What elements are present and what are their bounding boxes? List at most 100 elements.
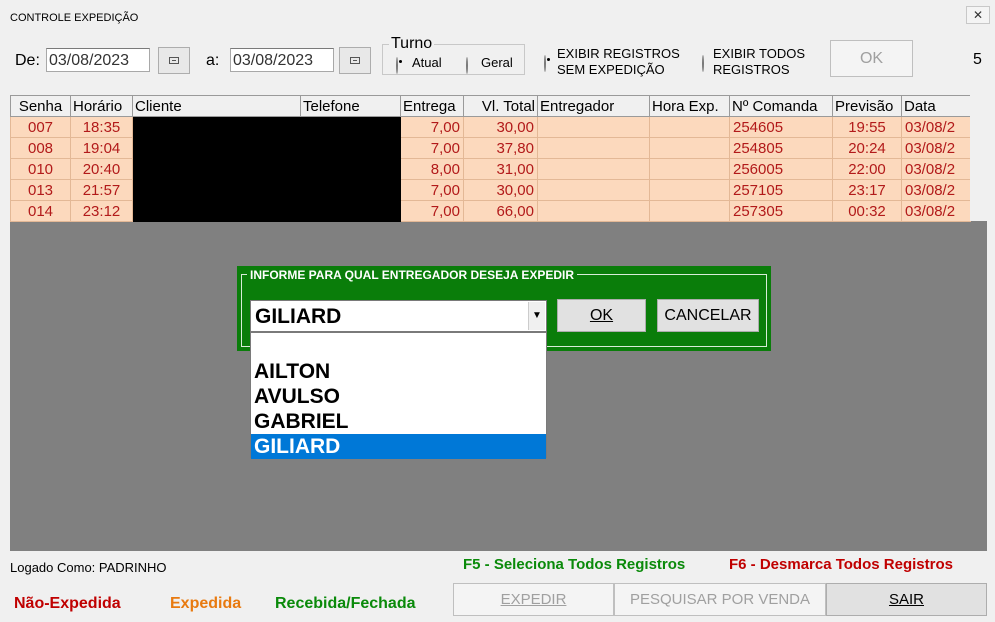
- table-cell[interactable]: 18:35: [70, 116, 133, 138]
- table-cell[interactable]: 008: [10, 137, 71, 159]
- table-cell[interactable]: 20:40: [70, 158, 133, 180]
- ok-filter-button[interactable]: OK: [830, 40, 913, 77]
- table-cell[interactable]: 19:55: [832, 116, 902, 138]
- table-cell[interactable]: 257305: [729, 200, 833, 222]
- to-date-field[interactable]: 03/08/2023: [230, 48, 334, 72]
- table-cell[interactable]: [537, 116, 650, 138]
- column-header[interactable]: Nº Comanda: [729, 95, 833, 117]
- table-cell[interactable]: 23:17: [832, 179, 902, 201]
- table-cell[interactable]: 7,00: [400, 137, 464, 159]
- table-cell[interactable]: [132, 116, 301, 138]
- dropdown-option[interactable]: [251, 333, 546, 358]
- table-cell[interactable]: 256005: [729, 158, 833, 180]
- table-cell[interactable]: [649, 200, 730, 222]
- show-without-dispatch-radio[interactable]: [544, 55, 546, 72]
- show-without-dispatch-line2[interactable]: SEM EXPEDIÇÃO: [557, 62, 665, 78]
- courier-dropdown-list[interactable]: AILTON AVULSO GABRIEL GILIARD: [250, 332, 547, 459]
- table-cell[interactable]: [132, 200, 301, 222]
- dialog-ok-button[interactable]: OK: [557, 299, 646, 332]
- to-calendar-button[interactable]: [339, 47, 371, 74]
- table-cell[interactable]: [300, 179, 401, 201]
- table-cell[interactable]: 66,00: [463, 200, 538, 222]
- show-all-radio[interactable]: [702, 55, 704, 72]
- table-cell[interactable]: 21:57: [70, 179, 133, 201]
- show-without-dispatch-line1[interactable]: EXIBIR REGISTROS: [557, 46, 680, 62]
- courier-select[interactable]: GILIARD ▼: [250, 300, 547, 332]
- turno-geral-radio[interactable]: [466, 57, 468, 74]
- column-header[interactable]: Entrega: [400, 95, 464, 117]
- table-cell[interactable]: 8,00: [400, 158, 464, 180]
- table-cell[interactable]: 03/08/2: [901, 158, 971, 180]
- table-cell[interactable]: [300, 200, 401, 222]
- dialog-cancel-button[interactable]: CANCELAR: [657, 299, 759, 332]
- grid-scrollbar[interactable]: [970, 95, 987, 221]
- table-cell[interactable]: [132, 179, 301, 201]
- table-cell[interactable]: 010: [10, 158, 71, 180]
- table-cell[interactable]: 30,00: [463, 116, 538, 138]
- table-cell[interactable]: [537, 137, 650, 159]
- table-row[interactable]: 013 21:57 7,00 30,00 257105 23:17 03/08/2: [10, 179, 971, 201]
- table-cell[interactable]: 254605: [729, 116, 833, 138]
- column-header[interactable]: Horário: [70, 95, 133, 117]
- table-row[interactable]: 014 23:12 7,00 66,00 257305 00:32 03/08/2: [10, 200, 971, 222]
- table-cell[interactable]: [537, 179, 650, 201]
- dropdown-option[interactable]: AILTON: [251, 359, 546, 384]
- dropdown-option[interactable]: AVULSO: [251, 384, 546, 409]
- table-cell[interactable]: 254805: [729, 137, 833, 159]
- table-cell[interactable]: 20:24: [832, 137, 902, 159]
- table-cell[interactable]: 014: [10, 200, 71, 222]
- column-header[interactable]: Vl. Total: [463, 95, 538, 117]
- table-cell[interactable]: 23:12: [70, 200, 133, 222]
- table-cell[interactable]: 7,00: [400, 200, 464, 222]
- column-header[interactable]: Entregador: [537, 95, 650, 117]
- table-cell[interactable]: 257105: [729, 179, 833, 201]
- close-icon[interactable]: ✕: [966, 6, 990, 24]
- table-cell[interactable]: 30,00: [463, 179, 538, 201]
- table-cell[interactable]: 22:00: [832, 158, 902, 180]
- column-header[interactable]: Data: [901, 95, 971, 117]
- turno-atual-radio[interactable]: [396, 57, 398, 74]
- records-table[interactable]: Senha Horário Cliente Telefone Entrega V…: [10, 95, 971, 222]
- column-header[interactable]: Telefone: [300, 95, 401, 117]
- table-cell[interactable]: [300, 116, 401, 138]
- chevron-down-icon[interactable]: ▼: [528, 302, 545, 330]
- show-all-line2[interactable]: REGISTROS: [713, 62, 790, 78]
- courier-select-value[interactable]: GILIARD: [255, 305, 341, 329]
- column-header[interactable]: Senha: [10, 95, 71, 117]
- table-cell[interactable]: 007: [10, 116, 71, 138]
- turno-geral-label[interactable]: Geral: [481, 55, 513, 71]
- table-cell[interactable]: [132, 137, 301, 159]
- table-cell[interactable]: 00:32: [832, 200, 902, 222]
- table-cell[interactable]: 37,80: [463, 137, 538, 159]
- column-header[interactable]: Hora Exp.: [649, 95, 730, 117]
- table-cell[interactable]: 19:04: [70, 137, 133, 159]
- search-by-sale-button[interactable]: PESQUISAR POR VENDA: [614, 583, 826, 616]
- table-cell[interactable]: 7,00: [400, 116, 464, 138]
- table-cell[interactable]: [649, 179, 730, 201]
- table-cell[interactable]: 31,00: [463, 158, 538, 180]
- table-cell[interactable]: 03/08/2: [901, 116, 971, 138]
- table-cell[interactable]: 03/08/2: [901, 179, 971, 201]
- table-cell[interactable]: [649, 116, 730, 138]
- table-cell[interactable]: 03/08/2: [901, 200, 971, 222]
- table-cell[interactable]: [537, 158, 650, 180]
- from-calendar-button[interactable]: [158, 47, 190, 74]
- column-header[interactable]: Cliente: [132, 95, 301, 117]
- table-cell[interactable]: 03/08/2: [901, 137, 971, 159]
- table-cell[interactable]: [649, 158, 730, 180]
- table-row[interactable]: 007 18:35 7,00 30,00 254605 19:55 03/08/2: [10, 116, 971, 138]
- exit-button[interactable]: SAIR: [826, 583, 987, 616]
- table-cell[interactable]: 7,00: [400, 179, 464, 201]
- dispatch-button[interactable]: EXPEDIR: [453, 583, 614, 616]
- table-cell[interactable]: [132, 158, 301, 180]
- dropdown-option-selected[interactable]: GILIARD: [251, 434, 546, 459]
- from-date-field[interactable]: 03/08/2023: [46, 48, 150, 72]
- table-cell[interactable]: [649, 137, 730, 159]
- column-header[interactable]: Previsão: [832, 95, 902, 117]
- show-all-line1[interactable]: EXIBIR TODOS: [713, 46, 805, 62]
- turno-atual-label[interactable]: Atual: [412, 55, 442, 71]
- table-row[interactable]: 008 19:04 7,00 37,80 254805 20:24 03/08/2: [10, 137, 971, 159]
- table-row[interactable]: 010 20:40 8,00 31,00 256005 22:00 03/08/2: [10, 158, 971, 180]
- dropdown-option[interactable]: GABRIEL: [251, 409, 546, 434]
- table-cell[interactable]: 013: [10, 179, 71, 201]
